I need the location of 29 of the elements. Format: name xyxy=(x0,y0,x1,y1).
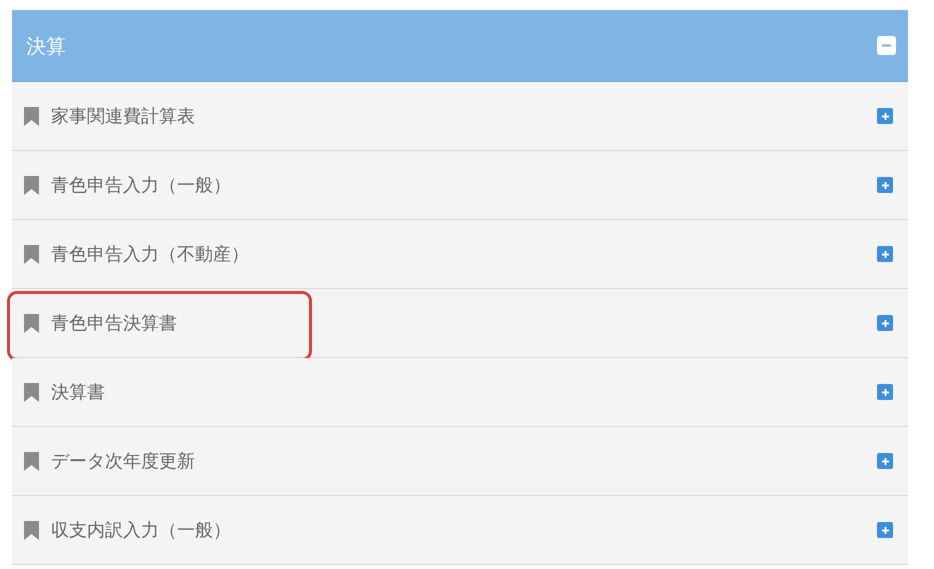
bookmark-icon xyxy=(24,244,39,264)
menu-row[interactable]: 収支内訳入力（一般） xyxy=(12,496,908,565)
expand-icon[interactable] xyxy=(877,246,893,262)
expand-icon[interactable] xyxy=(877,177,893,193)
bookmark-icon xyxy=(24,314,39,332)
expand-icon[interactable] xyxy=(877,453,893,469)
expand-icon[interactable] xyxy=(877,108,893,124)
expand-icon[interactable] xyxy=(877,384,893,400)
menu-row[interactable]: 青色申告入力（一般） xyxy=(12,151,908,220)
bookmark-icon xyxy=(24,106,39,126)
menu-row[interactable]: 青色申告入力（不動産） xyxy=(12,220,908,289)
menu-label: 青色申告決算書 xyxy=(51,312,177,336)
menu-label: 青色申告入力（一般） xyxy=(51,174,231,198)
bookmark-icon xyxy=(24,176,39,194)
expand-icon[interactable] xyxy=(877,315,893,331)
bookmark-icon xyxy=(24,452,39,470)
menu-row[interactable]: 決算書 xyxy=(12,358,908,427)
menu-label: データ次年度更新 xyxy=(51,450,195,474)
menu-row[interactable]: 家事関連費計算表 xyxy=(12,82,908,151)
expand-icon[interactable] xyxy=(877,522,893,538)
bookmark-icon xyxy=(24,382,39,402)
menu-row[interactable]: データ次年度更新 xyxy=(12,427,908,496)
menu-label: 青色申告入力（不動産） xyxy=(51,242,249,266)
menu-label: 家事関連費計算表 xyxy=(51,104,195,128)
panel-title: 決算 xyxy=(26,32,66,60)
bookmark-icon xyxy=(24,520,39,540)
menu-label: 決算書 xyxy=(51,380,105,404)
menu-label: 収支内訳入力（一般） xyxy=(51,518,231,542)
collapse-icon[interactable] xyxy=(877,36,896,55)
